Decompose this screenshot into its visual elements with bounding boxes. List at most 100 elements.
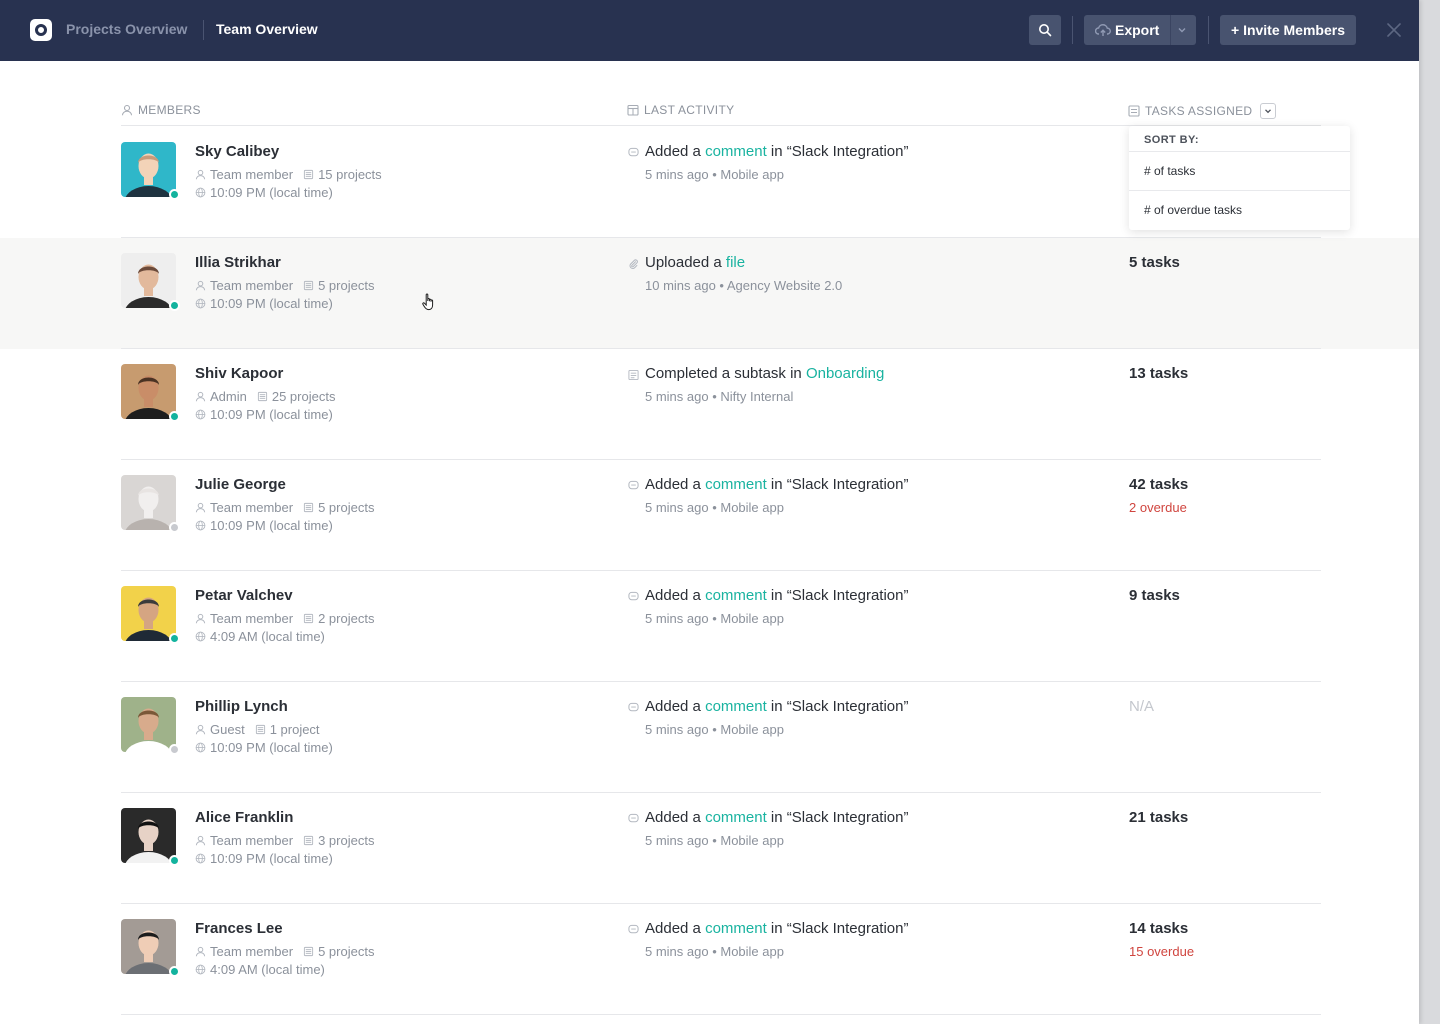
member-row[interactable]: Illia Strikhar Team member 5 projects 10:09… (0, 238, 1419, 349)
activity-link[interactable]: Onboarding (806, 365, 884, 382)
app-logo-icon[interactable] (30, 19, 52, 41)
export-button[interactable]: Export (1084, 15, 1196, 45)
member-name[interactable]: Frances Lee (195, 920, 283, 937)
member-role: Admin (210, 389, 247, 404)
member-projects-count: 25 projects (271, 389, 336, 404)
checklist-icon (1128, 105, 1140, 117)
paperclip-icon (629, 259, 638, 269)
close-icon[interactable] (1384, 20, 1404, 40)
activity-text: Added a (645, 476, 701, 493)
member-row[interactable]: Shiv Kapoor Admin 25 projects 10:09 PM (loc… (0, 349, 1419, 460)
activity-link[interactable]: comment (705, 698, 767, 715)
globe-icon (195, 853, 206, 864)
projects-icon (303, 280, 314, 291)
member-name[interactable]: Phillip Lynch (195, 698, 288, 715)
comment-icon (628, 702, 639, 712)
presence-status-dot (169, 189, 180, 200)
presence-status-dot (169, 633, 180, 644)
activity-context: in “Slack Integration” (770, 587, 909, 604)
toolbar-divider (1072, 16, 1073, 44)
tasks-assigned-count: N/A (1129, 698, 1155, 715)
member-local-time: 10:09 PM (local time) (210, 851, 333, 866)
member-local-time-row: 10:09 PM (local time) (195, 851, 333, 866)
backdrop (1419, 0, 1440, 1024)
user-icon (195, 169, 206, 180)
avatar[interactable] (121, 697, 176, 752)
column-header-last-activity-label: LAST ACTIVITY (644, 103, 735, 117)
column-header-members: MEMBERS (121, 103, 201, 117)
member-name[interactable]: Illia Strikhar (195, 254, 281, 271)
member-name[interactable]: Shiv Kapoor (195, 365, 283, 382)
checklist-icon (628, 369, 639, 381)
member-row[interactable]: Frances Lee Team member 5 projects 4:09 AM … (0, 904, 1419, 1015)
globe-icon (195, 409, 206, 420)
column-header-tasks-assigned-label: TASKS ASSIGNED (1145, 104, 1253, 118)
activity-description: Added a comment in “Slack Integration” (645, 920, 909, 937)
chevron-down-icon (1265, 109, 1272, 114)
avatar[interactable] (121, 586, 176, 641)
activity-link[interactable]: comment (705, 809, 767, 826)
activity-meta: 10 mins ago • Agency Website 2.0 (645, 278, 843, 293)
overdue-tasks-count[interactable]: 15 overdue (1129, 944, 1194, 959)
avatar[interactable] (121, 142, 176, 197)
invite-members-button[interactable]: + Invite Members (1220, 15, 1356, 45)
member-projects-count: 2 projects (318, 611, 375, 626)
member-projects-count: 5 projects (318, 500, 375, 515)
presence-status-dot (169, 744, 180, 755)
chevron-down-icon[interactable] (1177, 25, 1187, 35)
column-header-tasks-assigned[interactable]: TASKS ASSIGNED (1128, 103, 1277, 119)
member-name[interactable]: Petar Valchev (195, 587, 293, 604)
avatar[interactable] (121, 475, 176, 530)
activity-link[interactable]: comment (705, 920, 767, 937)
tasks-assigned-count: 42 tasks (1129, 476, 1189, 493)
member-row[interactable]: Petar Valchev Team member 2 projects 4:09 A… (0, 571, 1419, 682)
projects-icon (257, 391, 267, 402)
member-local-time: 10:09 PM (local time) (210, 740, 333, 755)
presence-status-dot (169, 522, 180, 533)
presence-status-dot (169, 300, 180, 311)
member-name[interactable]: Alice Franklin (195, 809, 293, 826)
projects-icon (303, 613, 314, 624)
calendar-icon (627, 104, 639, 116)
search-button[interactable] (1029, 15, 1061, 45)
avatar[interactable] (121, 808, 176, 863)
avatar[interactable] (121, 919, 176, 974)
member-name[interactable]: Sky Calibey (195, 143, 279, 160)
sort-option-overdue-tasks[interactable]: # of overdue tasks (1129, 190, 1350, 229)
sort-dropdown-toggle[interactable] (1260, 103, 1277, 119)
member-role: Team member (210, 833, 294, 848)
member-row[interactable]: Alice Franklin Team member 3 projects 10:09… (0, 793, 1419, 904)
member-local-time: 10:09 PM (local time) (210, 296, 333, 311)
breadcrumb-projects-overview[interactable]: Projects Overview (66, 21, 187, 37)
activity-link[interactable]: file (726, 254, 745, 271)
member-role: Team member (210, 500, 294, 515)
user-icon (195, 946, 206, 957)
activity-meta: 5 mins ago • Mobile app (645, 167, 784, 182)
activity-text: Added a (645, 809, 701, 826)
activity-context: in “Slack Integration” (770, 809, 909, 826)
member-name[interactable]: Julie George (195, 476, 286, 493)
activity-link[interactable]: comment (705, 476, 767, 493)
member-role: Team member (210, 944, 294, 959)
cloud-upload-icon (1095, 24, 1111, 36)
overdue-tasks-count[interactable]: 2 overdue (1129, 500, 1187, 515)
sort-option-tasks[interactable]: # of tasks (1129, 151, 1350, 190)
member-local-time-row: 4:09 AM (local time) (195, 629, 325, 644)
activity-link[interactable]: comment (705, 143, 767, 160)
activity-link[interactable]: comment (705, 587, 767, 604)
member-meta: Team member 5 projects (195, 278, 374, 293)
activity-text: Added a (645, 587, 701, 604)
search-icon (1039, 24, 1052, 37)
activity-description: Completed a subtask in Onboarding (645, 365, 884, 382)
activity-meta: 5 mins ago • Nifty Internal (645, 389, 794, 404)
member-row[interactable]: Phillip Lynch Guest 1 project 10:09 PM (loc… (0, 682, 1419, 793)
export-split-divider (1170, 15, 1171, 45)
user-icon (195, 613, 206, 624)
activity-description: Uploaded a file (645, 254, 745, 271)
globe-icon (195, 520, 206, 531)
avatar[interactable] (121, 364, 176, 419)
member-local-time-row: 10:09 PM (local time) (195, 185, 333, 200)
member-row[interactable]: Julie George Team member 5 projects 10:09 P… (0, 460, 1419, 571)
avatar[interactable] (121, 253, 176, 308)
user-icon (195, 502, 206, 513)
